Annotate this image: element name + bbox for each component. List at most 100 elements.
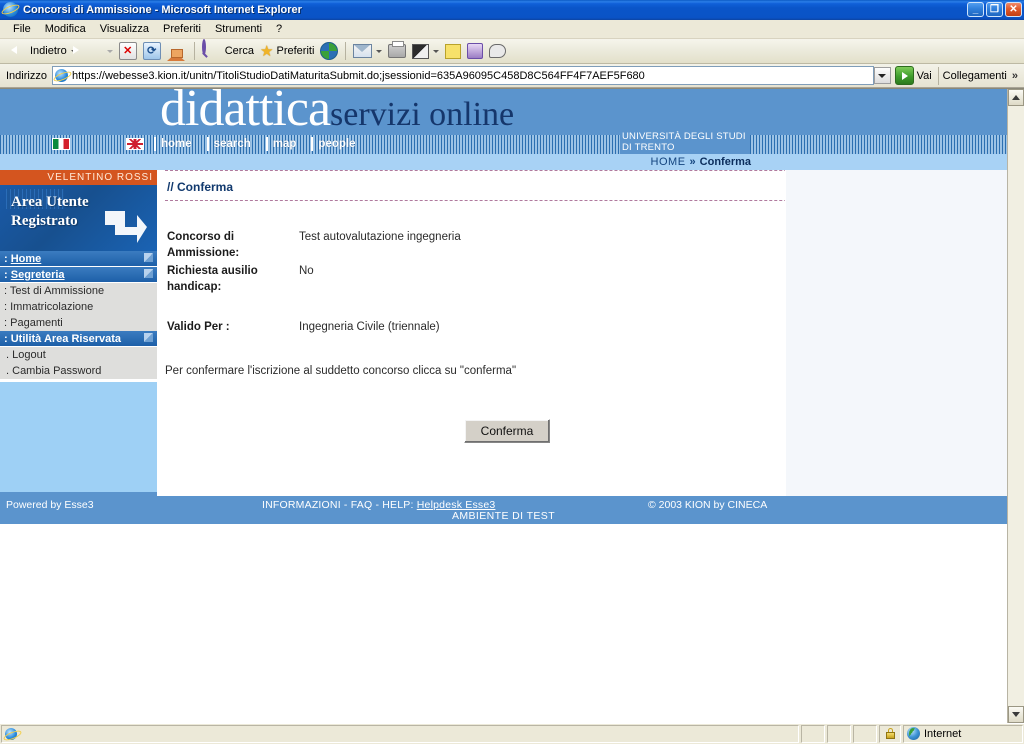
links-label: Collegamenti [942,69,1007,82]
back-button[interactable]: Indietro [4,40,80,62]
sub-prefix-3: : [4,316,8,329]
maximize-button[interactable]: ❐ [986,2,1003,18]
address-input[interactable]: https://webesse3.kion.it/unitn/TitoliStu… [51,66,874,86]
mail-dropdown-icon[interactable] [376,49,383,53]
menu-item-visualizza[interactable]: Visualizza [93,21,156,37]
security-lock-pane [879,724,901,743]
footer-environment: AMBIENTE DI TEST [451,509,556,522]
edit-button[interactable] [409,40,442,62]
sidebar-segreteria-prefix: : [4,268,8,281]
discuss-button[interactable] [486,40,509,62]
sidebar-item-pagamenti[interactable]: : Pagamenti [0,314,157,331]
search-button[interactable]: Cerca [199,39,257,62]
home-button[interactable] [164,40,190,62]
links-button[interactable]: Collegamenti » [937,66,1022,85]
confirm-button[interactable]: Conferma [463,418,551,443]
home-icon [166,41,187,62]
sidebar-home-prefix: : [4,252,8,265]
printer-icon [388,41,407,59]
right-side-panel [785,169,1007,496]
sub-prefix-2: : [4,300,8,313]
italian-flag-icon[interactable] [52,138,70,151]
address-dropdown-button[interactable] [873,67,891,85]
site-header: didatticaservizi online home search map … [0,88,1007,154]
menu-item-file[interactable]: File [6,21,38,37]
ie-browser-window: Concorsi di Ammissione - Microsoft Inter… [0,0,1024,744]
scroll-down-button[interactable] [1008,705,1024,723]
links-chevron-icon[interactable]: » [1012,70,1018,82]
mail-icon [353,44,373,59]
sidebar-item-immatricolazione[interactable]: : Immatricolazione [0,298,157,315]
brand-primary: didattica [160,88,331,137]
main-content: // Conferma Concorso di Ammissione: Test… [157,169,1007,496]
sidebar-logout-label: Logout [12,348,46,361]
menu-item-strumenti[interactable]: Strumenti [208,21,269,37]
stop-icon: ✕ [118,42,137,61]
sidebar-item-home[interactable]: : Home [0,250,157,267]
university-name: UNIVERSITÀ DEGLI STUDI DI TRENTO [620,129,750,154]
window-controls: _ ❐ ✕ [967,2,1022,18]
stop-button[interactable]: ✕ [116,40,140,62]
sidebar-item-test-ammissione[interactable]: : Test di Ammissione [0,282,157,299]
back-arrow-icon [7,41,27,61]
sidebar-item-cambia-password[interactable]: . Cambia Password [0,362,157,379]
sidebar-marker-icon-2 [144,268,153,278]
status-pane-1 [801,724,825,743]
messenger-button[interactable] [464,40,486,62]
print-button[interactable] [385,40,409,62]
sidebar-segreteria-label: Segreteria [10,268,65,281]
uk-flag-icon[interactable] [126,138,144,151]
ie-logo-icon [3,1,19,18]
footer-tab [0,491,157,496]
status-page-icon [5,727,17,740]
nav-people[interactable]: people [311,137,360,152]
sidebar-item-utilita[interactable]: : Utilità Area Riservata [0,330,157,347]
sidebar-utilita-prefix: : [4,332,8,345]
address-label: Indirizzo [6,69,47,82]
menu-item-help[interactable]: ? [269,21,289,37]
user-name-strip: VELENTINO ROSSI [0,169,157,185]
sidebar-utilita-label: Utilità Area Riservata [10,332,121,345]
history-button[interactable] [317,40,341,62]
notes-button[interactable] [442,40,464,62]
status-message-pane [1,724,799,743]
address-url-text: https://webesse3.kion.it/unitn/TitoliStu… [71,69,645,82]
field-value-concorso: Test autovalutazione ingegneria [299,230,461,243]
menu-item-modifica[interactable]: Modifica [38,21,93,37]
browser-toolbar: Indietro ✕ ⟳ Cerca ★ Preferiti [0,39,1024,65]
field-label-handicap: Richiesta ausilio handicap: [167,264,258,293]
nav-home[interactable]: home [154,137,197,152]
favorites-button[interactable]: ★ Preferiti [257,40,317,62]
forward-button[interactable] [80,40,116,62]
sub-prefix-1: : [4,284,8,297]
nav-map[interactable]: map [265,137,302,152]
site-nav: home search map people [0,135,360,154]
scroll-up-button[interactable] [1008,88,1024,106]
arrow-down-right-icon [105,210,147,243]
edit-dropdown-icon[interactable] [433,49,440,53]
status-pane-3 [853,724,877,743]
site-footer: Powered by Esse3 INFORMAZIONI - FAQ - HE… [0,491,1007,524]
breadcrumb-home[interactable]: HOME [651,156,686,168]
history-icon [320,42,339,61]
site-logo: didatticaservizi online [160,89,514,135]
toolbar-separator-2 [345,42,347,61]
page-viewport: didatticaservizi online home search map … [0,87,1024,723]
sidebar-item-logout[interactable]: . Logout [0,346,157,363]
mail-button[interactable] [350,40,385,62]
forward-dropdown-icon[interactable] [106,49,113,53]
refresh-button[interactable]: ⟳ [140,40,164,62]
window-title: Concorsi di Ammissione - Microsoft Inter… [23,3,302,16]
refresh-icon: ⟳ [142,42,161,61]
nav-search[interactable]: search [206,137,256,152]
back-button-label: Indietro [30,45,67,58]
go-button[interactable]: Vai [893,66,938,86]
menu-bar: File Modifica Visualizza Preferiti Strum… [0,19,1024,40]
page-vertical-scrollbar[interactable] [1007,88,1024,723]
minimize-button[interactable]: _ [967,2,984,18]
sidebar-item-segreteria[interactable]: : Segreteria [0,266,157,283]
menu-item-preferiti[interactable]: Preferiti [156,21,208,37]
close-button[interactable]: ✕ [1005,2,1022,18]
window-title-bar: Concorsi di Ammissione - Microsoft Inter… [0,0,1024,20]
university-line-2: DI TRENTO [622,141,675,153]
